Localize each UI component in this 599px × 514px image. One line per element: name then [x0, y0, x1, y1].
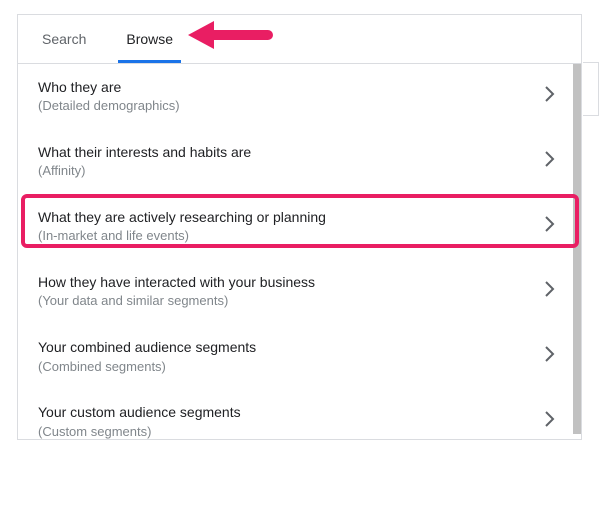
adjacent-panel-edge	[583, 62, 599, 116]
row-subtitle: (Custom segments)	[38, 424, 241, 441]
row-title: Your custom audience segments	[38, 403, 241, 421]
row-text: Your custom audience segments (Custom se…	[38, 403, 241, 440]
row-title: How they have interacted with your busin…	[38, 273, 315, 291]
chevron-right-icon	[545, 281, 555, 302]
row-subtitle: (In-market and life events)	[38, 228, 326, 245]
row-subtitle: (Your data and similar segments)	[38, 293, 315, 310]
row-interacted-business[interactable]: How they have interacted with your busin…	[18, 259, 581, 324]
row-text: How they have interacted with your busin…	[38, 273, 315, 310]
scrollbar-track[interactable]	[573, 64, 581, 441]
row-title: Your combined audience segments	[38, 338, 256, 356]
chevron-right-icon	[545, 411, 555, 432]
tab-search[interactable]: Search	[34, 15, 94, 63]
tab-bar: Search Browse	[18, 15, 581, 63]
tab-browse[interactable]: Browse	[118, 15, 181, 63]
row-actively-researching[interactable]: What they are actively researching or pl…	[18, 194, 581, 259]
chevron-right-icon	[545, 86, 555, 107]
chevron-right-icon	[545, 346, 555, 367]
row-custom-segments[interactable]: Your custom audience segments (Custom se…	[18, 389, 581, 454]
row-text: Who they are (Detailed demographics)	[38, 78, 180, 115]
row-interests-habits[interactable]: What their interests and habits are (Aff…	[18, 129, 581, 194]
row-text: Your combined audience segments (Combine…	[38, 338, 256, 375]
category-list: Who they are (Detailed demographics) Wha…	[18, 63, 581, 441]
row-subtitle: (Affinity)	[38, 163, 251, 180]
row-text: What they are actively researching or pl…	[38, 208, 326, 245]
chevron-right-icon	[545, 151, 555, 172]
row-title: Who they are	[38, 78, 180, 96]
row-subtitle: (Detailed demographics)	[38, 98, 180, 115]
audience-panel: Search Browse Who they are (Detailed dem…	[17, 14, 582, 440]
scrollbar-thumb[interactable]	[573, 64, 581, 434]
row-title: What they are actively researching or pl…	[38, 208, 326, 226]
row-combined-segments[interactable]: Your combined audience segments (Combine…	[18, 324, 581, 389]
row-subtitle: (Combined segments)	[38, 359, 256, 376]
chevron-right-icon	[545, 216, 555, 237]
row-text: What their interests and habits are (Aff…	[38, 143, 251, 180]
row-title: What their interests and habits are	[38, 143, 251, 161]
row-who-they-are[interactable]: Who they are (Detailed demographics)	[18, 64, 581, 129]
